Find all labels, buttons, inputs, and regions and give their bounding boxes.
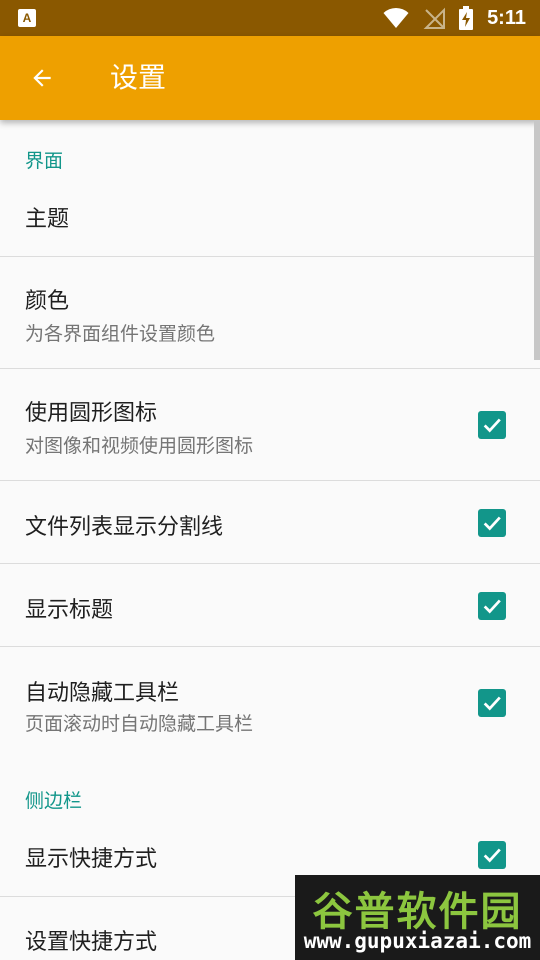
status-bar: A 5:11 bbox=[0, 0, 540, 36]
page-title: 设置 bbox=[110, 61, 167, 94]
setting-title: 主题 bbox=[25, 207, 70, 232]
setting-title: 使用圆形图标 bbox=[25, 401, 158, 426]
setting-summary: 为各界面组件设置颜色 bbox=[25, 323, 216, 345]
checkmark-icon bbox=[483, 848, 501, 863]
list-divider-checkbox[interactable] bbox=[478, 509, 506, 537]
show-title-checkbox[interactable] bbox=[478, 592, 506, 620]
scrollbar[interactable] bbox=[534, 120, 540, 360]
back-button[interactable] bbox=[14, 50, 70, 106]
app-notification-icon: A bbox=[18, 9, 36, 27]
setting-summary: 页面滚动时自动隐藏工具栏 bbox=[25, 713, 254, 735]
setting-list-divider[interactable]: 文件列表显示分割线 bbox=[0, 481, 540, 564]
setting-show-title[interactable]: 显示标题 bbox=[0, 564, 540, 647]
status-time: 5:11 bbox=[487, 7, 526, 29]
no-signal-icon bbox=[423, 7, 446, 29]
show-shortcuts-checkbox[interactable] bbox=[478, 841, 506, 869]
setting-auto-hide-toolbar[interactable]: 自动隐藏工具栏 页面滚动时自动隐藏工具栏 bbox=[0, 647, 540, 759]
setting-title: 设置快捷方式 bbox=[25, 930, 158, 955]
circular-icons-checkbox[interactable] bbox=[478, 411, 506, 439]
setting-title: 自动隐藏工具栏 bbox=[25, 681, 180, 706]
battery-charging-icon bbox=[459, 6, 474, 30]
setting-circular-icons[interactable]: 使用圆形图标 对图像和视频使用圆形图标 bbox=[0, 369, 540, 481]
setting-title: 颜色 bbox=[25, 289, 70, 314]
settings-list: 界面 主题 颜色 为各界面组件设置颜色 使用圆形图标 对图像和视频使用圆形图标 … bbox=[0, 120, 540, 960]
app-bar: 设置 bbox=[0, 36, 540, 120]
setting-summary: 对图像和视频使用圆形图标 bbox=[25, 435, 254, 457]
setting-title: 显示快捷方式 bbox=[25, 847, 158, 872]
setting-title: 文件列表显示分割线 bbox=[25, 515, 224, 540]
auto-hide-toolbar-checkbox[interactable] bbox=[478, 689, 506, 717]
watermark: 谷普软件园 www.gupuxiazai.com bbox=[295, 875, 540, 960]
setting-theme[interactable]: 主题 bbox=[0, 183, 540, 257]
category-header-interface: 界面 bbox=[25, 150, 64, 172]
setting-color[interactable]: 颜色 为各界面组件设置颜色 bbox=[0, 257, 540, 369]
checkmark-icon bbox=[483, 696, 501, 711]
category-header-sidebar: 侧边栏 bbox=[25, 790, 83, 812]
wifi-icon bbox=[383, 7, 409, 28]
checkmark-icon bbox=[483, 599, 501, 614]
setting-title: 显示标题 bbox=[25, 598, 114, 623]
checkmark-icon bbox=[483, 516, 501, 531]
watermark-url: www.gupuxiazai.com bbox=[303, 929, 532, 953]
arrow-left-icon bbox=[33, 69, 51, 87]
status-icons: 5:11 bbox=[383, 0, 526, 36]
checkmark-icon bbox=[483, 418, 501, 433]
